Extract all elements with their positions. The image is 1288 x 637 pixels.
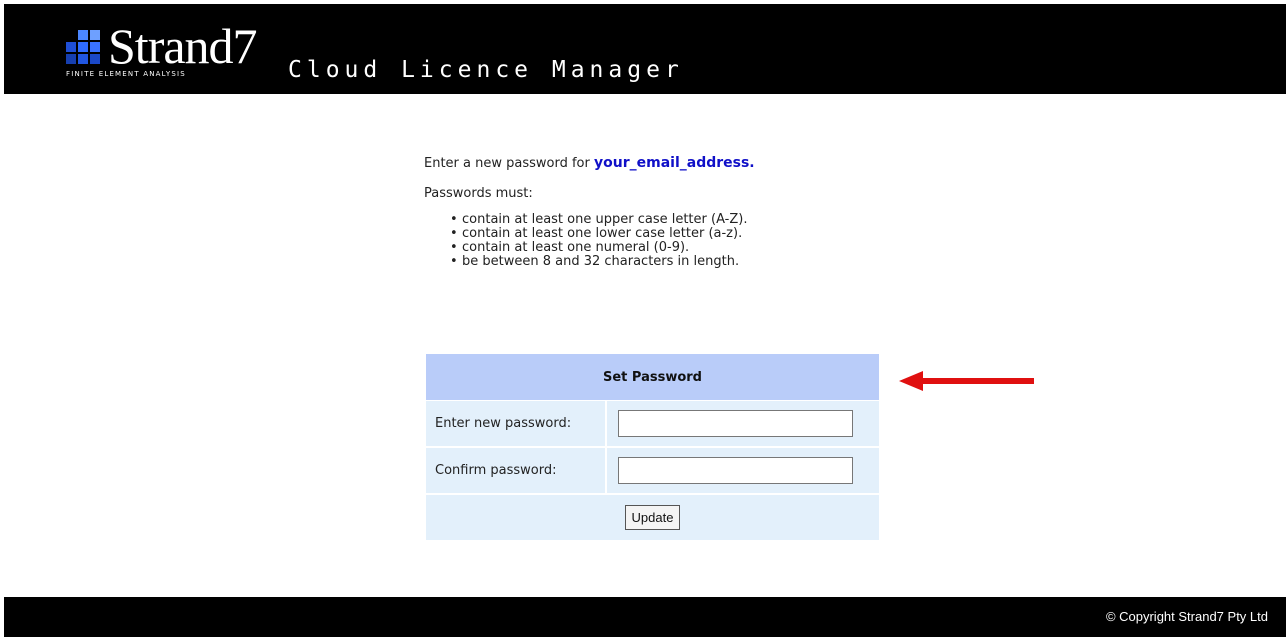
new-password-cell [607,401,879,448]
logo-squares-icon [66,30,100,64]
requirement-item: contain at least one numeral (0-9). [450,241,884,256]
form-title: Set Password [426,354,879,401]
copyright-text: © Copyright Strand7 Pty Ltd [1105,609,1268,624]
confirm-password-label: Confirm password: [426,448,607,495]
logo-tagline: FINITE ELEMENT ANALYSIS [66,70,186,78]
new-password-label: Enter new password: [426,401,607,448]
requirement-item: contain at least one upper case letter (… [450,213,884,228]
email-address: your_email_address. [594,155,755,171]
requirement-item: be between 8 and 32 characters in length… [450,255,884,270]
intro-text: Enter a new password for [424,156,590,171]
new-password-input[interactable] [618,410,853,437]
logo-wordmark: Strand7 [108,18,258,74]
intro-line: Enter a new password for your_email_addr… [424,154,884,173]
strand7-logo: Strand7 FINITE ELEMENT ANALYSIS [66,18,262,80]
app-footer: © Copyright Strand7 Pty Ltd [4,597,1286,637]
confirm-password-input[interactable] [618,457,853,484]
requirement-item: contain at least one lower case letter (… [450,227,884,242]
red-arrow-left-icon [899,371,1034,391]
set-password-form: Set Password Enter new password: Confirm… [426,354,879,540]
button-row: Update [426,495,879,540]
new-password-row: Enter new password: [426,401,879,448]
requirements-list: contain at least one upper case letter (… [424,213,884,270]
app-header: Strand7 FINITE ELEMENT ANALYSIS Cloud Li… [4,4,1286,94]
app-title: Cloud Licence Manager [288,57,684,83]
page-frame: Strand7 FINITE ELEMENT ANALYSIS Cloud Li… [4,4,1286,637]
requirements-heading: Passwords must: [424,186,533,201]
confirm-password-row: Confirm password: [426,448,879,495]
update-button[interactable]: Update [624,505,681,530]
button-cell: Update [426,495,879,540]
password-instructions: Enter a new password for your_email_addr… [424,154,884,269]
confirm-password-cell [607,448,879,495]
